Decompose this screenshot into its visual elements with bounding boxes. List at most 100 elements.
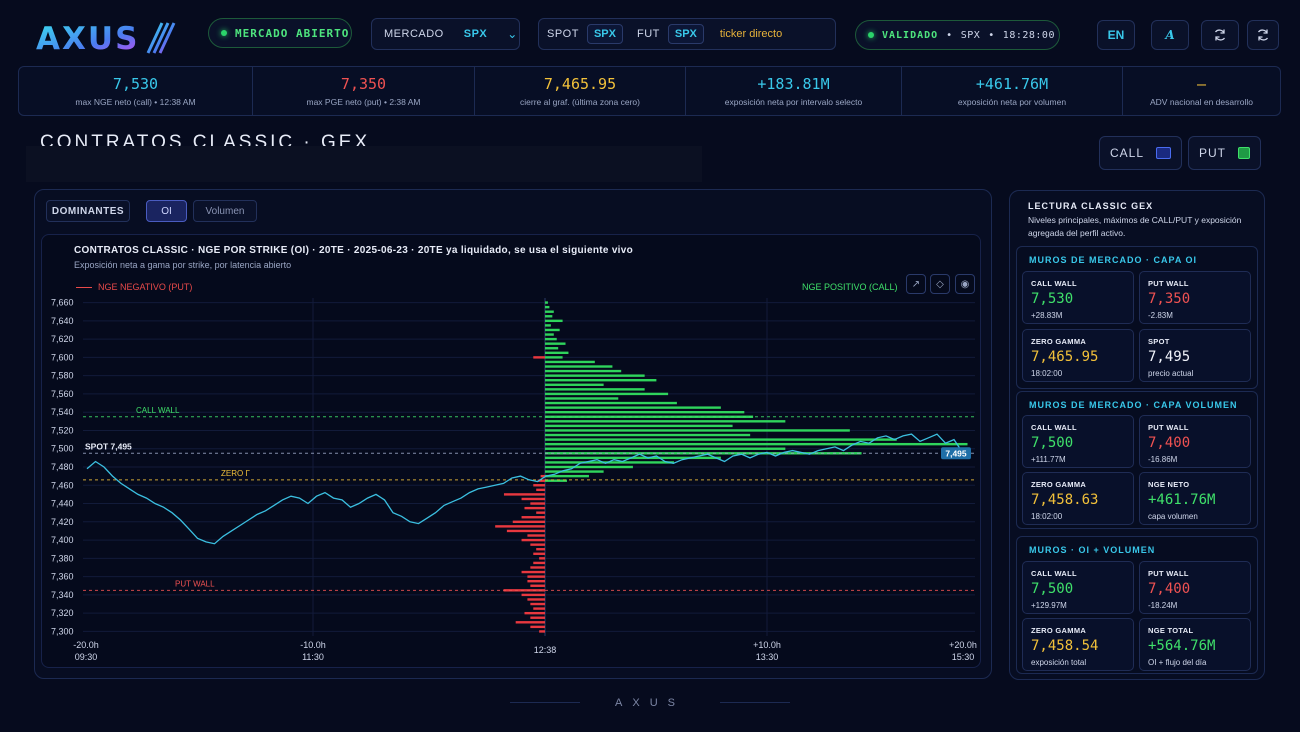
dominantes-button[interactable]: DOMINANTES bbox=[46, 200, 130, 222]
market-status-text: MERCADO ABIERTO bbox=[235, 26, 350, 40]
put-bar bbox=[530, 602, 545, 606]
put-bar bbox=[503, 493, 545, 496]
put-swatch-icon bbox=[1238, 147, 1250, 159]
stat-max-pge: 7,350 max PGE neto (put) • 2:38 AM bbox=[253, 67, 475, 115]
group-title: MUROS DE MERCADO · CAPA OI bbox=[1029, 255, 1198, 265]
stat-value: +183.81M bbox=[757, 75, 830, 93]
card-value: 7,530 bbox=[1031, 291, 1074, 307]
put-bar bbox=[524, 506, 545, 510]
card-value: 7,465.95 bbox=[1031, 349, 1099, 365]
stat-value: 7,465.95 bbox=[543, 75, 617, 93]
card-label: SPOT bbox=[1148, 337, 1170, 346]
sync-icon[interactable] bbox=[1247, 20, 1279, 50]
card-call-wall: CALL WALL 7,500 +129.97M bbox=[1022, 561, 1134, 614]
call-bar bbox=[545, 406, 721, 409]
fut-ticker-tag[interactable]: SPX bbox=[667, 24, 704, 44]
stat-label: cierre al graf. (última zona cero) bbox=[520, 97, 640, 107]
put-bar bbox=[533, 484, 545, 487]
call-bar bbox=[545, 388, 645, 391]
y-tick-label: 7,640 bbox=[51, 316, 74, 326]
y-tick-label: 7,580 bbox=[51, 371, 74, 381]
volumen-tab[interactable]: Volumen bbox=[193, 200, 257, 222]
group-volumen: MUROS DE MERCADO · CAPA VOLUMEN CALL WAL… bbox=[1016, 391, 1258, 529]
put-toggle-label: PUT bbox=[1199, 146, 1226, 160]
card-value: 7,458.63 bbox=[1031, 492, 1099, 508]
call-toggle[interactable]: CALL bbox=[1099, 136, 1182, 170]
card-spot: SPOT 7,495 precio actual bbox=[1139, 329, 1251, 382]
status-dot-icon bbox=[868, 32, 874, 38]
call-bar bbox=[545, 333, 554, 336]
validated-separator: • bbox=[946, 29, 953, 41]
call-bar bbox=[545, 383, 604, 386]
call-bar bbox=[545, 301, 548, 304]
card-call-wall: CALL WALL 7,530 +28.83M bbox=[1022, 271, 1134, 324]
card-label: ZERO GAMMA bbox=[1031, 626, 1087, 635]
call-bar bbox=[545, 442, 968, 446]
chevron-down-icon: ⌄ bbox=[507, 27, 518, 41]
call-bar bbox=[545, 337, 557, 341]
card-value: 7,458.54 bbox=[1031, 638, 1099, 654]
card-sub: precio actual bbox=[1148, 369, 1194, 378]
refresh-icon[interactable] bbox=[1201, 20, 1239, 50]
spot-ticker-tag[interactable]: SPX bbox=[586, 24, 623, 44]
y-tick-label: 7,600 bbox=[51, 352, 74, 362]
x-tick-label: +10.0h bbox=[753, 640, 781, 650]
card-label: NGE TOTAL bbox=[1148, 626, 1194, 635]
call-bar bbox=[545, 342, 566, 345]
group-title: MUROS · OI + VOLUMEN bbox=[1029, 545, 1156, 555]
put-bar bbox=[536, 548, 545, 551]
ticker-input[interactable]: ticker directo bbox=[720, 28, 782, 40]
call-bar bbox=[545, 447, 786, 450]
card-label: ZERO GAMMA bbox=[1031, 337, 1087, 346]
call-bar bbox=[545, 392, 669, 396]
card-sub: capa volumen bbox=[1148, 512, 1198, 521]
card-value: 7,500 bbox=[1031, 581, 1074, 597]
card-sub: -2.83M bbox=[1148, 311, 1173, 320]
put-bar bbox=[530, 584, 545, 587]
put-bar bbox=[536, 488, 545, 492]
call-bar bbox=[545, 324, 551, 327]
status-dot-icon bbox=[221, 30, 227, 36]
card-sub: 18:02:00 bbox=[1031, 512, 1063, 521]
stat-exposure-volume: +461.76M exposición neta por volumen bbox=[902, 67, 1123, 115]
y-tick-label: 7,560 bbox=[51, 389, 74, 399]
put-bar bbox=[533, 561, 545, 565]
language-button[interactable]: EN bbox=[1097, 20, 1135, 50]
card-sub: +129.97M bbox=[1031, 601, 1067, 610]
call-bar bbox=[545, 369, 622, 373]
put-bar bbox=[512, 520, 545, 524]
oi-tab[interactable]: OI bbox=[146, 200, 187, 222]
group-oi: MUROS DE MERCADO · CAPA OI CALL WALL 7,5… bbox=[1016, 246, 1258, 389]
card-label: CALL WALL bbox=[1031, 423, 1077, 432]
stat-max-nge: 7,530 max NGE neto (call) • 12:38 AM bbox=[19, 67, 253, 115]
y-tick-label: 7,620 bbox=[51, 334, 74, 344]
y-tick-label: 7,300 bbox=[51, 626, 74, 636]
y-tick-label: 7,400 bbox=[51, 535, 74, 545]
put-toggle[interactable]: PUT bbox=[1188, 136, 1261, 170]
call-bar bbox=[545, 470, 604, 473]
x-tick-label: -10.0h bbox=[300, 640, 326, 650]
y-tick-label: 7,440 bbox=[51, 499, 74, 509]
market-select[interactable]: MERCADO SPX ⌄ bbox=[371, 18, 520, 50]
card-label: PUT WALL bbox=[1148, 423, 1189, 432]
put-bar bbox=[521, 570, 545, 574]
stat-exposure-interval: +183.81M exposición neta por intervalo s… bbox=[686, 67, 902, 115]
font-button[interactable]: A bbox=[1151, 20, 1189, 50]
chart-subtitle: Exposición neta a gama por strike, por l… bbox=[74, 260, 292, 270]
stat-label: exposición neta por volumen bbox=[957, 97, 1067, 107]
card-label: NGE NETO bbox=[1148, 480, 1190, 489]
card-label: ZERO GAMMA bbox=[1031, 480, 1087, 489]
stat-label: max NGE neto (call) • 12:38 AM bbox=[75, 97, 196, 107]
call-bar bbox=[545, 328, 560, 332]
gex-chart[interactable]: 7,660 7,640 7,620 7,600 7,580 7,560 7,540 7,520… bbox=[41, 290, 981, 665]
validated-separator: • bbox=[988, 29, 995, 41]
stat-adv: — ADV nacional en desarrollo bbox=[1123, 67, 1280, 115]
put-bar bbox=[515, 621, 545, 624]
card-label: PUT WALL bbox=[1148, 569, 1189, 578]
page-title: CONTRATOS CLASSIC · GEX bbox=[40, 132, 371, 146]
x-tick-label: 09:30 bbox=[75, 652, 98, 662]
stat-value: — bbox=[1196, 75, 1207, 93]
level-label: ZERO Γ bbox=[221, 469, 250, 478]
y-tick-label: 7,480 bbox=[51, 462, 74, 472]
card-sub: 18:02:00 bbox=[1031, 369, 1063, 378]
